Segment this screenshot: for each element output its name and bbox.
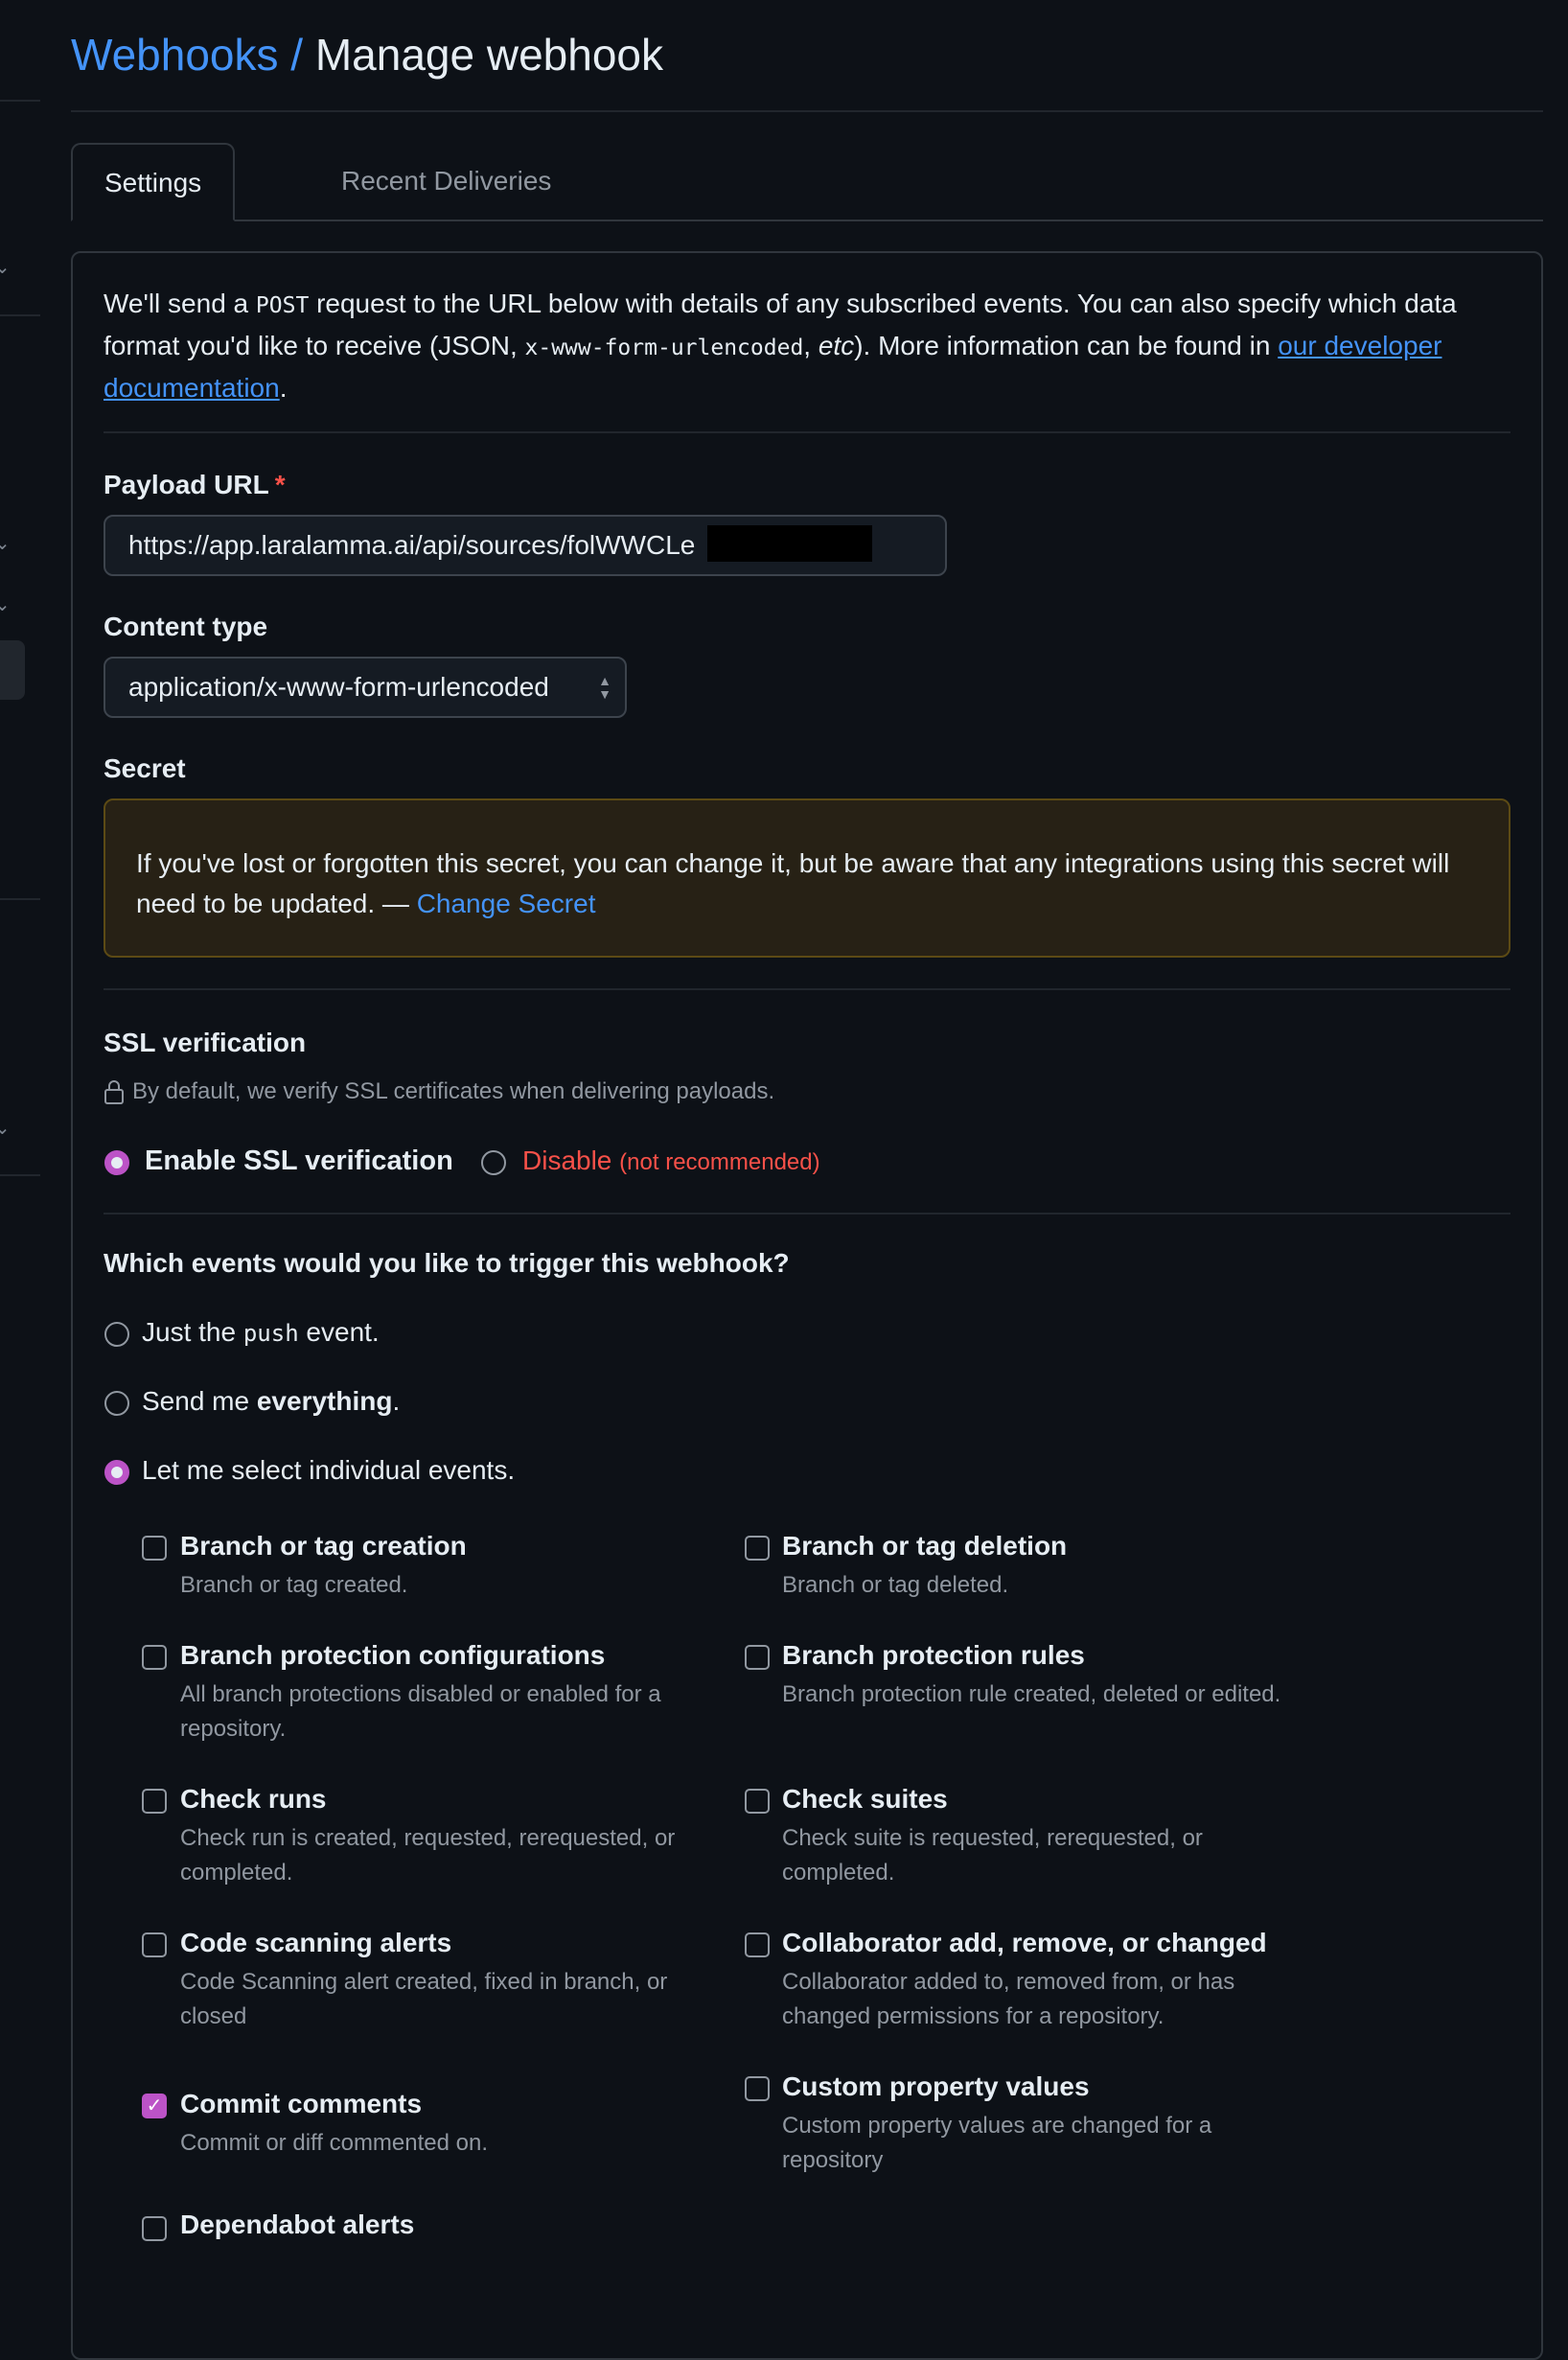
secret-label: Secret — [104, 753, 186, 783]
event-title[interactable]: Branch protection configurations — [180, 1640, 605, 1671]
breadcrumb-webhooks-link[interactable]: Webhooks / — [71, 30, 303, 80]
tab-recent-deliveries[interactable]: Recent Deliveries — [310, 143, 583, 220]
intro-text: We'll send a POST request to the URL bel… — [104, 289, 1457, 403]
event-checkbox[interactable] — [142, 1536, 167, 1561]
ssl-disable-label[interactable]: Disable (not recommended) — [522, 1145, 820, 1176]
event-option-push-label[interactable]: Just the push event. — [142, 1317, 380, 1348]
event-checkbox[interactable] — [142, 1932, 167, 1957]
secret-warning: If you've lost or forgotten this secret,… — [104, 798, 1510, 958]
title-divider — [71, 110, 1543, 112]
not-recommended-note: (not recommended) — [619, 1149, 820, 1175]
event-description: Branch protection rule created, deleted … — [782, 1681, 1281, 1707]
tab-bar: Settings Recent Deliveries — [71, 143, 1543, 221]
event-option-everything-radio[interactable] — [104, 1391, 129, 1416]
sidebar-chevron-icon[interactable]: ⌄ — [0, 531, 11, 555]
event-checkbox[interactable] — [142, 1789, 167, 1814]
event-checkbox[interactable] — [142, 1645, 167, 1670]
ssl-enable-label[interactable]: Enable SSL verification — [145, 1145, 453, 1177]
event-description: Branch or tag deleted. — [782, 1572, 1009, 1598]
checkmark-icon: ✓ — [146, 2095, 163, 2117]
sidebar-divider — [0, 314, 40, 316]
lock-icon — [104, 1080, 124, 1104]
sidebar-divider — [0, 1174, 40, 1176]
payload-url-label: Payload URL * — [104, 470, 286, 499]
sidebar-item-active[interactable] — [0, 640, 25, 700]
event-checkbox[interactable] — [745, 1536, 770, 1561]
event-title[interactable]: Check suites — [782, 1784, 948, 1815]
event-title[interactable]: Dependabot alerts — [180, 2210, 414, 2240]
change-secret-link[interactable]: Change Secret — [417, 889, 596, 918]
section-divider — [104, 431, 1510, 433]
event-checkbox[interactable] — [142, 2216, 167, 2241]
breadcrumb-current: Manage webhook — [314, 30, 663, 80]
select-arrows-icon: ▲ ▼ — [598, 673, 611, 702]
section-divider — [104, 1213, 1510, 1215]
content-type-label: Content type — [104, 612, 268, 641]
events-question: Which events would you like to trigger t… — [104, 1248, 790, 1278]
event-title[interactable]: Check runs — [180, 1784, 327, 1815]
event-description: Custom property values are changed for a… — [782, 2113, 1212, 2173]
event-title[interactable]: Branch or tag deletion — [782, 1531, 1067, 1562]
tab-settings[interactable]: Settings — [71, 143, 236, 221]
event-option-individual-radio[interactable] — [104, 1460, 129, 1485]
event-title[interactable]: Branch or tag creation — [180, 1531, 467, 1562]
event-option-push-radio[interactable] — [104, 1322, 129, 1347]
event-title[interactable]: Commit comments — [180, 2089, 422, 2119]
event-checkbox[interactable] — [745, 1932, 770, 1957]
event-title[interactable]: Branch protection rules — [782, 1640, 1085, 1671]
event-checkbox[interactable] — [745, 1645, 770, 1670]
ssl-note: By default, we verify SSL certificates w… — [104, 1078, 774, 1105]
sidebar-chevron-icon[interactable]: ⌄ — [0, 1116, 11, 1140]
event-checkbox-checked[interactable]: ✓ — [142, 2094, 167, 2118]
event-option-everything-label[interactable]: Send me everything. — [142, 1386, 400, 1417]
event-title[interactable]: Code scanning alerts — [180, 1928, 451, 1958]
ssl-label: SSL verification — [104, 1028, 307, 1057]
ssl-enable-radio[interactable] — [104, 1150, 129, 1175]
sidebar-divider — [0, 898, 40, 900]
redaction-bar — [707, 525, 872, 562]
ssl-disable-radio[interactable] — [481, 1150, 506, 1175]
section-divider — [104, 988, 1510, 990]
event-description: Code Scanning alert created, fixed in br… — [180, 1969, 668, 2029]
event-option-individual-label[interactable]: Let me select individual events. — [142, 1455, 515, 1486]
sidebar-chevron-icon[interactable]: ⌄ — [0, 255, 11, 279]
event-description: Collaborator added to, removed from, or … — [782, 1969, 1235, 2029]
event-title[interactable]: Custom property values — [782, 2071, 1090, 2102]
sidebar-divider — [0, 100, 40, 102]
event-description: Branch or tag created. — [180, 1572, 408, 1598]
event-checkbox[interactable] — [745, 1789, 770, 1814]
event-title[interactable]: Collaborator add, remove, or changed — [782, 1928, 1267, 1958]
page-title: Webhooks / Manage webhook — [71, 29, 663, 81]
event-description: All branch protections disabled or enabl… — [180, 1681, 661, 1742]
event-description: Check suite is requested, rerequested, o… — [782, 1825, 1203, 1886]
event-checkbox[interactable] — [745, 2076, 770, 2101]
event-description: Commit or diff commented on. — [180, 2130, 489, 2156]
event-description: Check run is created, requested, rereque… — [180, 1825, 676, 1886]
sidebar-chevron-icon[interactable]: ⌄ — [0, 592, 11, 616]
required-marker: * — [274, 470, 286, 499]
content-type-select[interactable]: application/x-www-form-urlencoded ▲ ▼ — [104, 657, 627, 718]
